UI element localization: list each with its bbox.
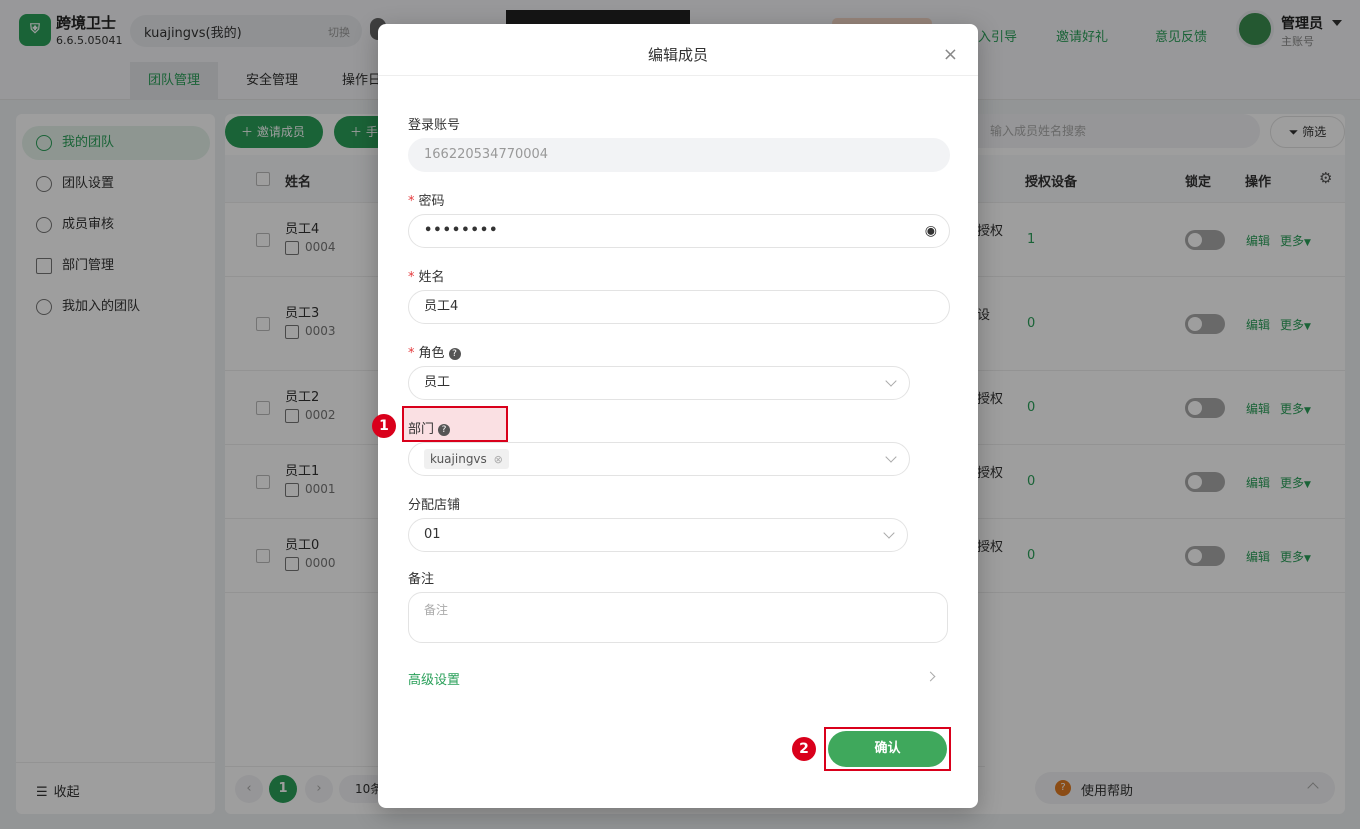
chevron-down-icon	[883, 527, 895, 539]
advanced-settings-link[interactable]: 高级设置	[408, 669, 460, 688]
dept-label-text: 部门	[408, 422, 435, 437]
name-label-text: 姓名	[418, 270, 445, 285]
step-badge-1: 1	[372, 414, 396, 438]
step-badge-2: 2	[792, 737, 816, 761]
role-value: 员工	[424, 375, 451, 390]
dept-tag: kuajingvs ⊗	[424, 449, 509, 469]
tag-close-icon[interactable]: ⊗	[494, 453, 503, 466]
role-select[interactable]: 员工	[408, 366, 910, 400]
name-field[interactable]: 员工4	[408, 290, 950, 324]
chevron-right-icon[interactable]	[925, 671, 936, 682]
chevron-down-icon	[885, 375, 897, 387]
name-label: * 姓名	[408, 270, 445, 285]
password-value: ••••••••	[424, 223, 499, 238]
account-label: 登录账号	[408, 118, 461, 133]
note-placeholder: 备注	[424, 603, 449, 617]
confirm-button[interactable]: 确认	[828, 731, 947, 767]
account-field: 166220534770004	[408, 138, 950, 172]
chevron-down-icon	[885, 451, 897, 463]
store-label: 分配店铺	[408, 498, 461, 513]
password-field[interactable]: •••••••• ◉	[408, 214, 950, 248]
role-label-text: 角色	[418, 346, 445, 361]
password-label-text: 密码	[418, 194, 445, 209]
store-value: 01	[424, 527, 441, 542]
eye-off-icon[interactable]: ◉	[925, 215, 937, 247]
close-icon[interactable]: ×	[943, 24, 958, 86]
password-label: * 密码	[408, 194, 445, 209]
dialog-header: 编辑成员 ×	[378, 24, 978, 76]
dept-tag-label: kuajingvs	[430, 452, 487, 466]
store-select[interactable]: 01	[408, 518, 908, 552]
role-label: * 角色?	[408, 342, 461, 361]
note-label: 备注	[408, 572, 435, 587]
edit-member-dialog: 编辑成员 × 登录账号 166220534770004 * 密码 ••••••••…	[372, 24, 978, 808]
dialog-title: 编辑成员	[647, 46, 708, 64]
note-textarea[interactable]: 备注	[408, 592, 948, 643]
dept-label: 部门?	[408, 418, 451, 437]
help-icon[interactable]: ?	[438, 423, 451, 436]
dept-select[interactable]: kuajingvs ⊗	[408, 442, 910, 476]
help-icon[interactable]: ?	[448, 347, 461, 360]
